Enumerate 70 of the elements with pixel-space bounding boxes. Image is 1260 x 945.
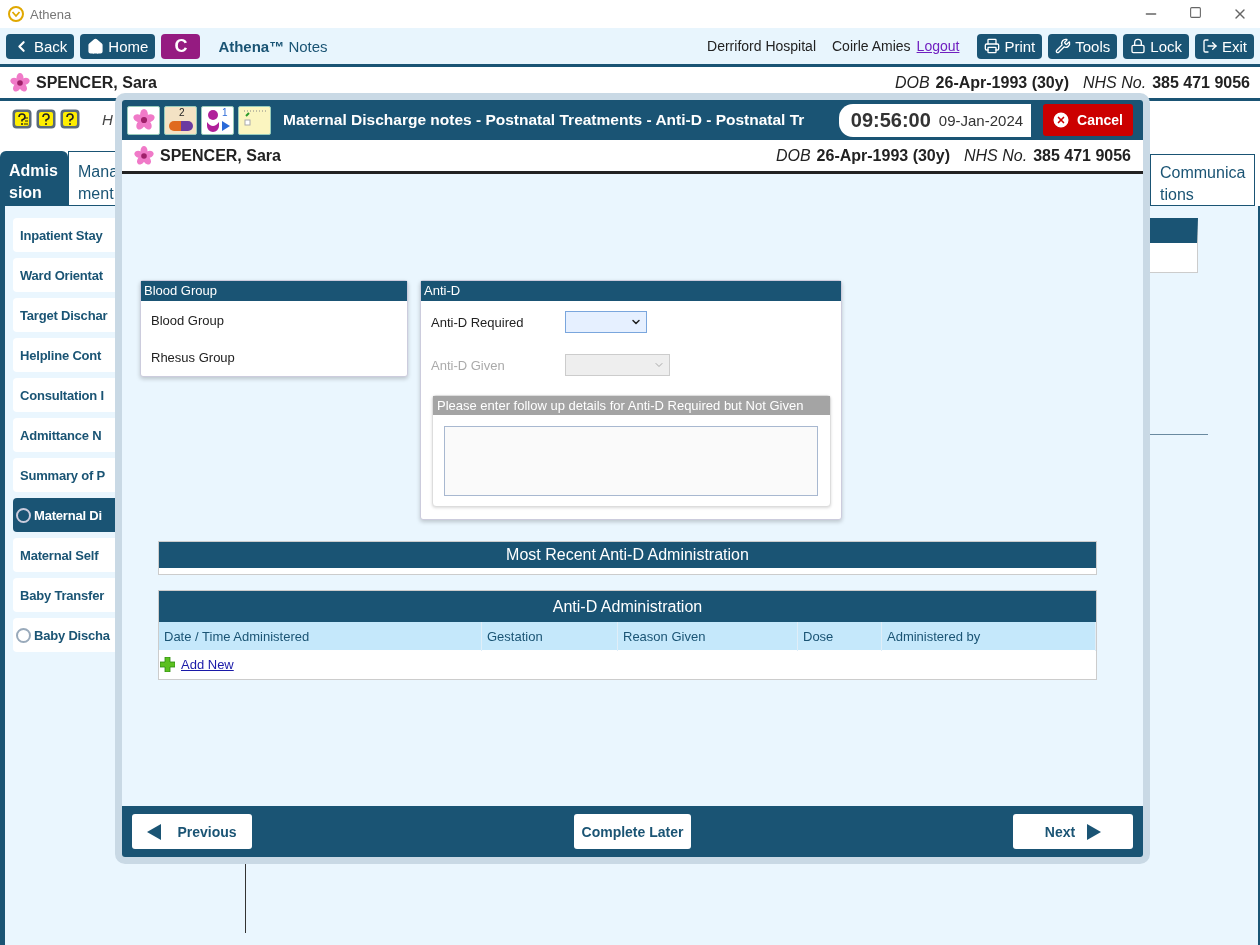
tools-button[interactable]: Tools [1048,33,1118,59]
app-logo-icon [8,6,24,22]
plus-icon[interactable] [160,657,175,672]
user-name: Coirle Amies [832,38,911,54]
logout-link[interactable]: Logout [916,38,960,54]
tab[interactable]: Admis sion [0,151,68,206]
previous-button[interactable]: Previous [132,814,252,849]
card-title: Blood Group [141,281,407,301]
column-header: Administered by [882,622,1096,651]
dob-value: 26-Apr-1993 (30y) [935,73,1069,92]
flower-icon [134,145,154,166]
radio-icon [16,627,31,643]
date-text: 09-Jan-2024 [938,111,1024,129]
patient-name: SPENCER, Sara [36,73,157,92]
lock-button[interactable]: Lock [1123,33,1189,59]
cancel-button[interactable]: Cancel [1043,104,1133,136]
exit-icon [1202,38,1218,54]
notepad-icon[interactable] [238,105,271,135]
nhs-value: 385 471 9056 [1152,73,1250,92]
flower-icon[interactable] [127,105,160,135]
help-text: H [102,111,113,128]
add-new-link[interactable]: Add New [181,657,234,672]
home-icon [87,37,105,55]
medication-icon[interactable]: 2 [164,105,197,135]
column-header: Reason Given [618,622,798,651]
home-button[interactable]: Home [80,33,156,59]
dropdown-field[interactable] [565,311,647,333]
maximize-icon[interactable] [1189,6,1202,19]
lock-icon [1130,38,1147,54]
wrench-icon [1055,38,1072,54]
next-button[interactable]: Next [1013,814,1133,849]
hospital-name: Derriford Hospital [707,38,816,54]
section-title: Please enter follow up details for Anti-D Required but Not Given [433,396,830,415]
window-title: Athena [30,6,72,22]
close-icon [1051,110,1072,130]
back-button[interactable]: Back [6,33,75,59]
complete-later-button[interactable]: Complete Later [573,814,692,849]
column-header: Dose [798,622,882,651]
left-arrow-icon [147,823,162,840]
field-label: Anti-D Required [431,314,525,330]
flower-icon [10,72,30,93]
right-arrow-icon [1087,823,1102,840]
dob-label: DOB [775,146,811,165]
field-label: Rhesus Group [150,349,236,365]
time-text: 09:56:00 [850,108,931,132]
patient-name: SPENCER, Sara [160,146,281,165]
field-label: Anti-D Given [431,357,506,373]
exit-button[interactable]: Exit [1195,33,1254,59]
nhs-label: NHS No. [964,146,1028,165]
printer-icon [984,38,1001,54]
dialog-title: Maternal Discharge notes - Postnatal Treatments - Anti-D - Postnatal Tr [283,111,805,129]
print-button[interactable]: Print [977,33,1043,59]
field-label: Blood Group [150,312,225,328]
help-icon[interactable] [36,109,56,129]
radio-icon [16,507,31,523]
help-icon[interactable] [12,109,32,129]
table-title: Most Recent Anti-D Administration [159,542,1096,568]
column-header: Date / Time Administered [159,622,482,651]
card-title: Anti-D [421,281,841,301]
dob-label: DOB [894,73,930,92]
profile-button[interactable]: C [161,33,201,59]
tab[interactable]: Communica tions [1150,154,1255,206]
baby-icon[interactable]: 1 [201,105,234,135]
app-name: Athena™ Notes [218,37,328,55]
column-header: Gestation [482,622,618,651]
dob-value: 26-Apr-1993 (30y) [816,146,950,165]
nhs-value: 385 471 9056 [1033,146,1131,165]
nhs-label: NHS No. [1083,73,1147,92]
table-title: Anti-D Administration [159,591,1096,622]
help-icon[interactable] [60,109,80,129]
